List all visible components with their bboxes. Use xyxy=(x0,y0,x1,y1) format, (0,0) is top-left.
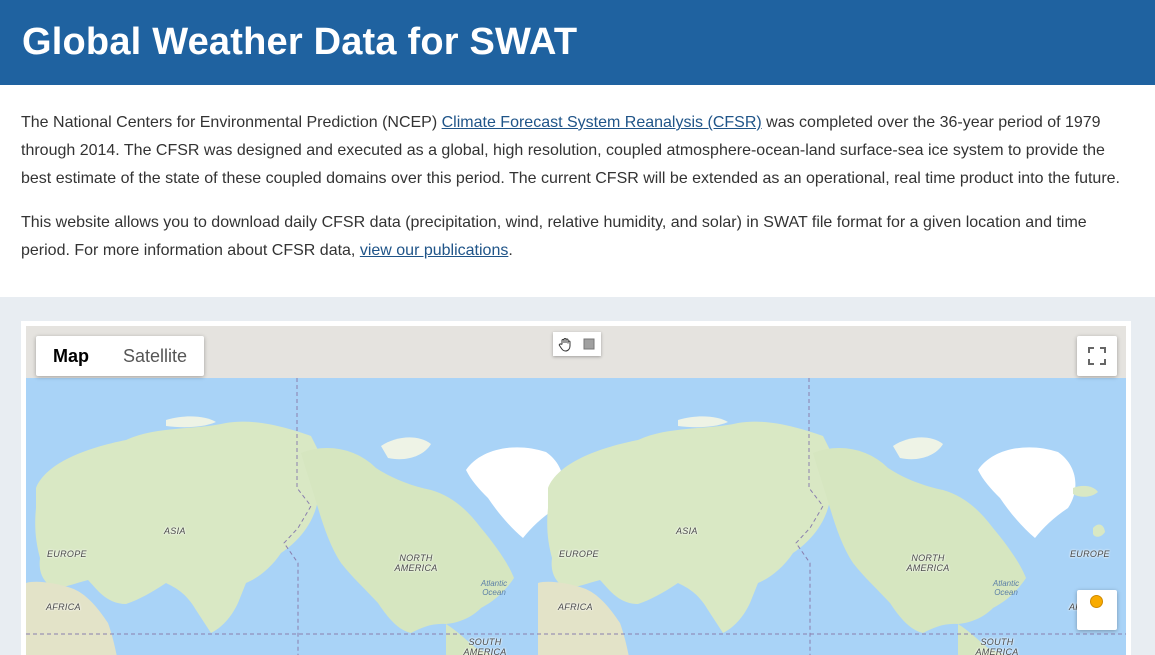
page-header: Global Weather Data for SWAT xyxy=(0,0,1155,85)
map-card: ASIA EUROPE AFRICA NORTH AMERICA Atlanti… xyxy=(21,321,1131,655)
map-label-atlantic-ocean: Atlantic Ocean xyxy=(992,579,1020,597)
street-view-button[interactable] xyxy=(1077,590,1117,630)
fullscreen-icon xyxy=(1088,347,1106,365)
map-label-africa: AFRICA xyxy=(46,602,81,612)
map-label-south-america: SOUTH AMERICA xyxy=(463,637,507,655)
intro-paragraph-1: The National Centers for Environmental P… xyxy=(21,109,1133,193)
intro-section: The National Centers for Environmental P… xyxy=(0,85,1155,297)
page-title: Global Weather Data for SWAT xyxy=(22,21,578,63)
map-label-asia: ASIA xyxy=(676,526,698,536)
hand-pan-icon[interactable] xyxy=(553,332,577,356)
map-canvas[interactable]: ASIA EUROPE AFRICA NORTH AMERICA Atlanti… xyxy=(26,378,1126,655)
rectangle-select-icon[interactable] xyxy=(577,332,601,356)
intro-text: . xyxy=(508,242,513,259)
map-tile-2 xyxy=(537,378,1106,655)
map-label-europe: EUROPE xyxy=(559,549,599,559)
map-type-control: Map Satellite xyxy=(36,336,205,376)
map-label-atlantic-ocean: Atlantic Ocean xyxy=(480,579,508,597)
pegman-icon xyxy=(1090,595,1103,608)
map-label-africa: AFRICA xyxy=(558,602,593,612)
map-label-europe: EUROPE xyxy=(47,549,87,559)
map-label-north-america: NORTH AMERICA xyxy=(906,553,950,573)
map-label-south-america: SOUTH AMERICA xyxy=(975,637,1019,655)
map-type-map-button[interactable]: Map xyxy=(36,336,106,376)
map-type-satellite-button[interactable]: Satellite xyxy=(106,336,204,376)
map-label-north-america: NORTH AMERICA xyxy=(394,553,438,573)
fullscreen-button[interactable] xyxy=(1077,336,1117,376)
drawing-toolbar xyxy=(553,332,601,356)
map-tile-1 xyxy=(26,378,594,655)
publications-link[interactable]: view our publications xyxy=(360,242,509,259)
map-label-europe: EUROPE xyxy=(1070,549,1110,559)
cfsr-link[interactable]: Climate Forecast System Reanalysis (CFSR… xyxy=(442,114,762,131)
intro-paragraph-2: This website allows you to download dail… xyxy=(21,209,1133,265)
world-map-tiles xyxy=(26,378,1126,655)
map-label-asia: ASIA xyxy=(164,526,186,536)
intro-text: The National Centers for Environmental P… xyxy=(21,114,442,131)
intro-text: This website allows you to download dail… xyxy=(21,214,1087,259)
map-container[interactable]: ASIA EUROPE AFRICA NORTH AMERICA Atlanti… xyxy=(26,326,1126,655)
